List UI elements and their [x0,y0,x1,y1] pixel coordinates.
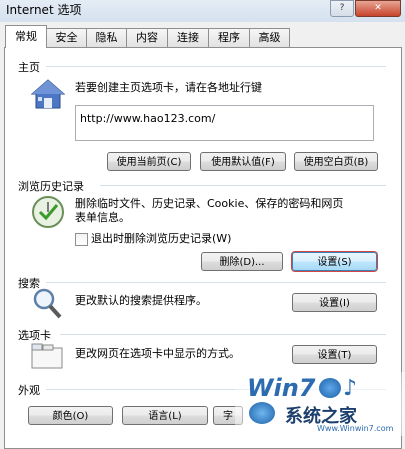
tab-general[interactable]: 常规 [5,25,47,48]
divider [60,334,386,335]
home-url-field[interactable]: http://www.hao123.com/ [75,105,374,141]
tab-programs[interactable]: 程序 [208,28,250,47]
watermark-url: Www.Winwin7.com [317,424,394,433]
history-clock-icon [30,194,66,230]
home-icon [30,78,66,110]
history-heading: 浏览历史记录 [18,180,84,193]
tab-advanced[interactable]: 高级 [249,28,290,47]
tabs-heading: 选项卡 [18,329,51,342]
tabbed-window-icon [30,342,64,370]
history-description-2: 表单信息。 [75,211,130,224]
divider [46,66,386,67]
title-bar: Internet 选项 ? ✕ [0,0,405,22]
windows-logo-icon [319,378,341,398]
delete-on-exit-label: 退出时删除浏览历史记录(W) [91,232,232,245]
watermark: Win7 ♪ 系统之家 Www.Winwin7.com [235,372,405,436]
watermark-ear-icon: ♪ [343,376,358,401]
appearance-heading: 外观 [18,384,40,397]
home-description: 若要创建主页选项卡，请在各地址行键 [75,81,262,94]
watermark-house-icon [249,402,275,424]
history-settings-button[interactable]: 设置(S) [292,252,377,271]
window-title: Internet 选项 [6,3,82,17]
close-icon: ✕ [374,3,382,13]
use-blank-button[interactable]: 使用空白页(B) [294,152,378,171]
home-url-value: http://www.hao123.com/ [80,112,216,125]
tab-security[interactable]: 安全 [46,28,87,47]
tab-privacy[interactable]: 隐私 [86,28,127,47]
tab-connections[interactable]: 连接 [167,28,209,47]
tab-content[interactable]: 内容 [126,28,168,47]
tabs-description: 更改网页在选项卡中显示的方式。 [75,347,240,360]
delete-history-button[interactable]: 删除(D)... [201,252,283,271]
divider [100,185,386,186]
home-heading: 主页 [18,61,40,74]
close-button[interactable]: ✕ [355,0,401,17]
search-description: 更改默认的搜索提供程序。 [75,294,207,307]
colors-button[interactable]: 颜色(O) [28,406,113,425]
use-current-button[interactable]: 使用当前页(C) [107,152,191,171]
divider [46,282,386,283]
help-button[interactable]: ? [330,0,354,17]
search-settings-button[interactable]: 设置(I) [292,293,377,312]
history-description-1: 删除临时文件、历史记录、Cookie、保存的密码和网页 [75,197,344,210]
use-default-button[interactable]: 使用默认值(F) [200,152,286,171]
languages-button[interactable]: 语言(L) [122,406,208,425]
magnifier-icon [30,286,64,320]
delete-on-exit-checkbox[interactable] [75,233,88,246]
tabs-settings-button[interactable]: 设置(T) [292,345,377,364]
watermark-logo: Win7 [247,374,316,402]
